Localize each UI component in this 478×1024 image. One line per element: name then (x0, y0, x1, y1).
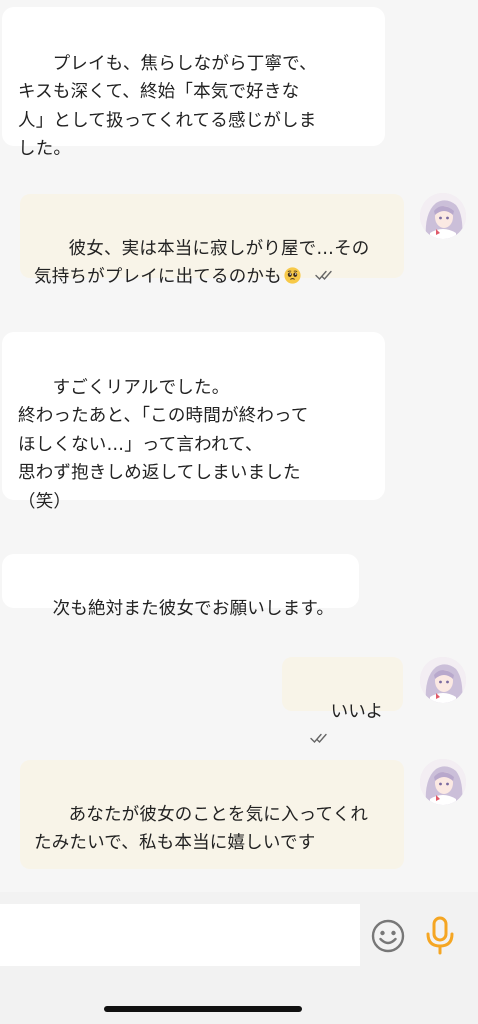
composer-bar (0, 892, 478, 980)
avatar-image (420, 657, 466, 703)
message-text: 次も絶対また彼女でお願いします。 (52, 598, 335, 619)
avatar[interactable] (420, 657, 466, 703)
emoji-button[interactable] (368, 916, 408, 956)
avatar[interactable] (420, 193, 466, 239)
avatar-image (420, 193, 466, 239)
microphone-icon (426, 916, 454, 955)
message-text: プレイも、焦らしながら丁寧で、 キスも深くて、終始「本気で好きな 人」として扱っ… (18, 53, 317, 160)
message-bubble-incoming[interactable]: 次も絶対また彼女でお願いします。 (2, 554, 359, 619)
microphone-button[interactable] (420, 914, 460, 955)
message-bubble-outgoing[interactable]: 彼女、実は本当に寂しがり屋で…その 気持ちがプレイに出てるのかも (20, 194, 404, 287)
message-bubble-outgoing[interactable]: いいよ (282, 657, 403, 744)
message-text: いいよ (330, 701, 384, 722)
read-receipt-icon (315, 270, 332, 281)
avatar-image (420, 759, 466, 805)
message-bubble-incoming[interactable]: プレイも、焦らしながら丁寧で、 キスも深くて、終始「本気で好きな 人」として扱っ… (2, 7, 385, 159)
message-text: すごくリアルでした。 終わったあと、「この時間が終わって ほしくない…」って言わ… (18, 377, 309, 512)
home-indicator[interactable] (104, 1006, 302, 1012)
smiley-face-icon (371, 919, 405, 953)
message-list[interactable]: プレイも、焦らしながら丁寧で、 キスも深くて、終始「本気で好きな 人」として扱っ… (0, 0, 478, 892)
message-bubble-outgoing[interactable]: あなたが彼女のことを気に入ってくれ たみたいで、私も本当に嬉しいです (20, 760, 404, 869)
avatar[interactable] (420, 759, 466, 805)
read-receipt-icon (310, 733, 327, 744)
message-text: あなたが彼女のことを気に入ってくれ たみたいで、私も本当に嬉しいです (34, 804, 369, 854)
pleading-face-emoji (284, 267, 301, 284)
home-indicator-area (0, 980, 478, 1024)
chat-screen: プレイも、焦らしながら丁寧で、 キスも深くて、終始「本気で好きな 人」として扱っ… (0, 0, 478, 1024)
message-input[interactable] (0, 904, 360, 966)
message-bubble-incoming[interactable]: すごくリアルでした。 終わったあと、「この時間が終わって ほしくない…」って言わ… (2, 332, 385, 512)
